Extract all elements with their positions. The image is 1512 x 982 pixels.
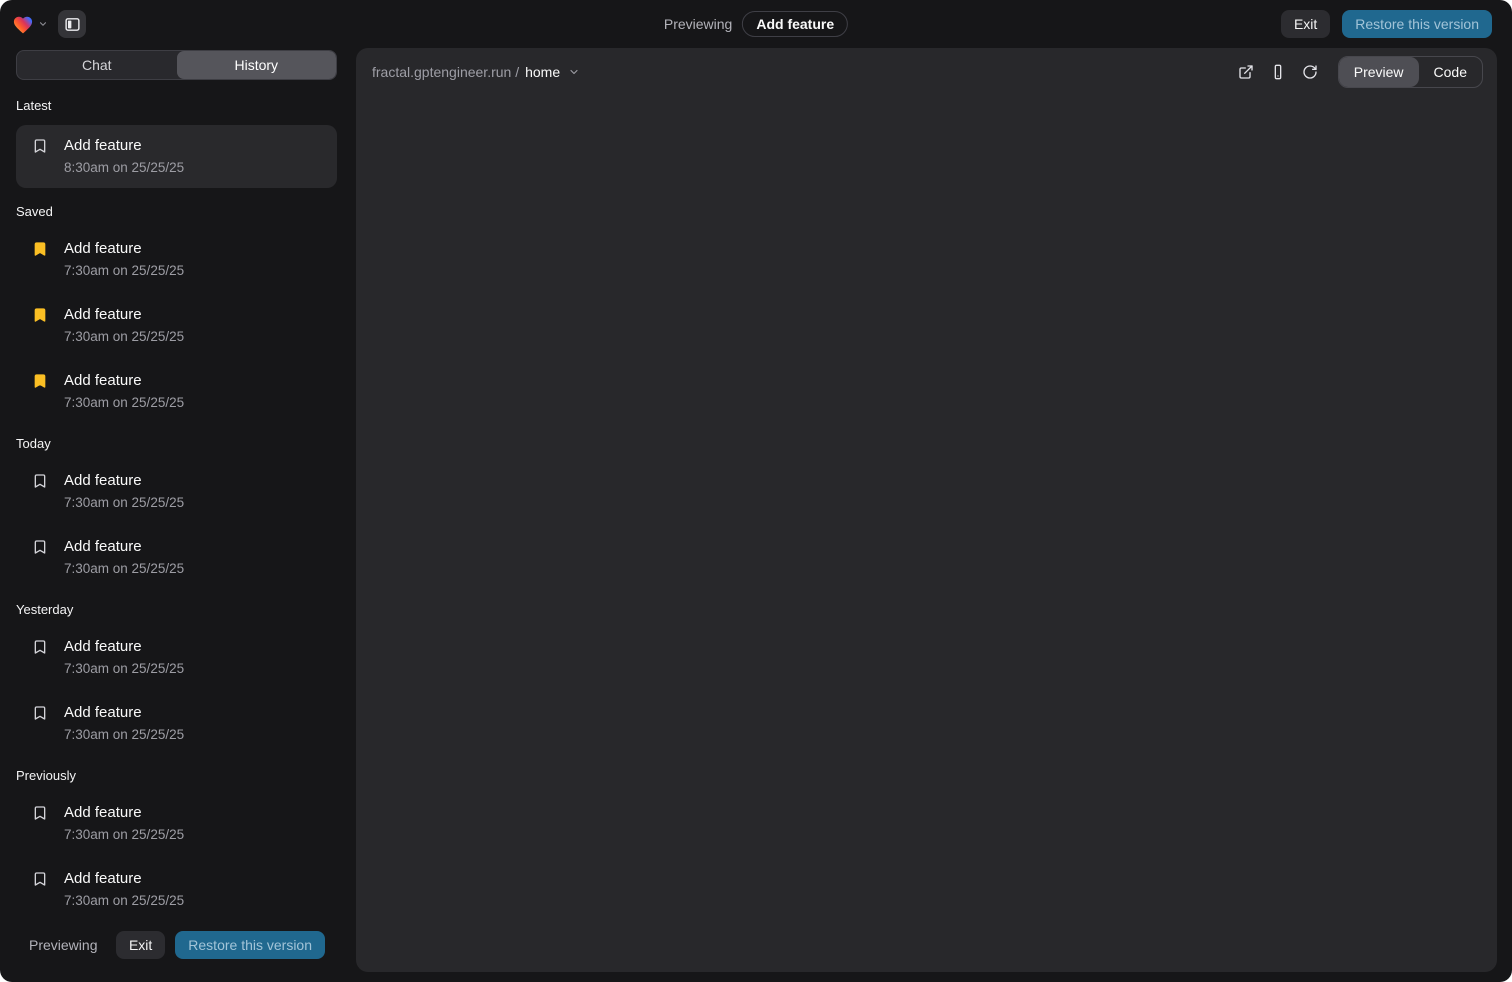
history-item-time: 7:30am on 25/25/25 (64, 326, 184, 347)
panel-left-icon (64, 16, 81, 33)
history-item[interactable]: Add feature7:30am on 25/25/25 (16, 861, 337, 918)
preview-panel: fractal.gptengineer.run / home (356, 48, 1497, 972)
history-item-title: Add feature (64, 868, 184, 890)
history-item-title: Add feature (64, 370, 184, 392)
bookmark-filled-icon[interactable] (32, 373, 48, 389)
history-item-time: 7:30am on 25/25/25 (64, 558, 184, 579)
history-item-title: Add feature (64, 135, 184, 157)
history-sidebar: ChatHistory LatestAdd feature8:30am on 2… (0, 48, 337, 972)
history-item[interactable]: Add feature7:30am on 25/25/25 (16, 795, 337, 852)
history-item-title: Add feature (64, 536, 184, 558)
history-item[interactable]: Add feature7:30am on 25/25/25 (16, 363, 337, 420)
history-item-time: 7:30am on 25/25/25 (64, 492, 184, 513)
refresh-button[interactable] (1296, 58, 1324, 86)
tab-preview[interactable]: Preview (1339, 57, 1419, 87)
history-item-time: 7:30am on 25/25/25 (64, 890, 184, 911)
section-header-latest: Latest (16, 98, 337, 113)
lovable-heart-logo-icon (12, 14, 34, 34)
mobile-view-icon (1270, 64, 1286, 80)
chevron-down-icon (38, 19, 48, 29)
bookmark-icon[interactable] (32, 539, 48, 555)
workspace-menu[interactable] (12, 14, 48, 34)
open-in-new-tab-icon (1238, 64, 1254, 80)
history-item[interactable]: Add feature7:30am on 25/25/25 (16, 297, 337, 354)
section-header-yesterday: Yesterday (16, 602, 337, 617)
history-item-title: Add feature (64, 636, 184, 658)
bookmark-filled-icon[interactable] (32, 307, 48, 323)
topbar: Previewing Add feature Exit Restore this… (0, 0, 1512, 48)
history-item-title: Add feature (64, 470, 184, 492)
preview-content[interactable] (356, 96, 1497, 972)
sidebar-tabs: ChatHistory (16, 50, 337, 80)
tab-chat[interactable]: Chat (17, 51, 177, 79)
previewing-label: Previewing (664, 16, 732, 32)
preview-code-toggle: Preview Code (1338, 56, 1483, 88)
history-item-title: Add feature (64, 238, 184, 260)
url-prefix: fractal.gptengineer.run / (372, 64, 519, 80)
chevron-down-icon (568, 66, 580, 78)
bookmark-icon[interactable] (32, 871, 48, 887)
section-header-today: Today (16, 436, 337, 451)
bookmark-icon[interactable] (32, 473, 48, 489)
section-header-saved: Saved (16, 204, 337, 219)
bookmark-icon[interactable] (32, 138, 48, 154)
history-item[interactable]: Add feature7:30am on 25/25/25 (16, 463, 337, 520)
history-item-title: Add feature (64, 702, 184, 724)
tab-code[interactable]: Code (1419, 57, 1482, 87)
bookmark-icon[interactable] (32, 705, 48, 721)
previewing-label: Previewing (29, 937, 97, 953)
history-item-time: 7:30am on 25/25/25 (64, 658, 184, 679)
history-item-time: 7:30am on 25/25/25 (64, 724, 184, 745)
refresh-icon (1302, 64, 1318, 80)
history-item[interactable]: Add feature7:30am on 25/25/25 (16, 695, 337, 752)
bookmark-icon[interactable] (32, 805, 48, 821)
bookmark-filled-icon[interactable] (32, 241, 48, 257)
history-item[interactable]: Add feature7:30am on 25/25/25 (16, 529, 337, 586)
restore-version-button[interactable]: Restore this version (1342, 10, 1492, 38)
history-item-title: Add feature (64, 802, 184, 824)
history-item-time: 8:30am on 25/25/25 (64, 157, 184, 178)
history-item-time: 7:30am on 25/25/25 (64, 392, 184, 413)
history-item[interactable]: Add feature7:30am on 25/25/25 (16, 231, 337, 288)
history-item[interactable]: Add feature7:30am on 25/25/25 (16, 629, 337, 686)
bookmark-icon[interactable] (32, 639, 48, 655)
version-badge[interactable]: Add feature (742, 11, 848, 37)
sidebar-footer: Previewing Exit Restore this version (16, 922, 337, 972)
preview-url-dropdown[interactable]: fractal.gptengineer.run / home (372, 64, 580, 80)
history-item[interactable]: Add feature8:30am on 25/25/25 (16, 125, 337, 188)
tab-history[interactable]: History (177, 51, 337, 79)
history-item-time: 7:30am on 25/25/25 (64, 260, 184, 281)
history-item-time: 7:30am on 25/25/25 (64, 824, 184, 845)
section-header-previously: Previously (16, 768, 337, 783)
preview-header: fractal.gptengineer.run / home (356, 48, 1497, 96)
url-page: home (525, 64, 560, 80)
app-window: Previewing Add feature Exit Restore this… (0, 0, 1512, 982)
open-in-new-tab-button[interactable] (1232, 58, 1260, 86)
exit-button[interactable]: Exit (116, 931, 165, 959)
history-item-title: Add feature (64, 304, 184, 326)
exit-button[interactable]: Exit (1281, 10, 1330, 38)
mobile-view-button[interactable] (1264, 58, 1292, 86)
history-list: LatestAdd feature8:30am on 25/25/25Saved… (16, 82, 337, 922)
restore-version-button[interactable]: Restore this version (175, 931, 325, 959)
sidebar-toggle-button[interactable] (58, 10, 86, 38)
